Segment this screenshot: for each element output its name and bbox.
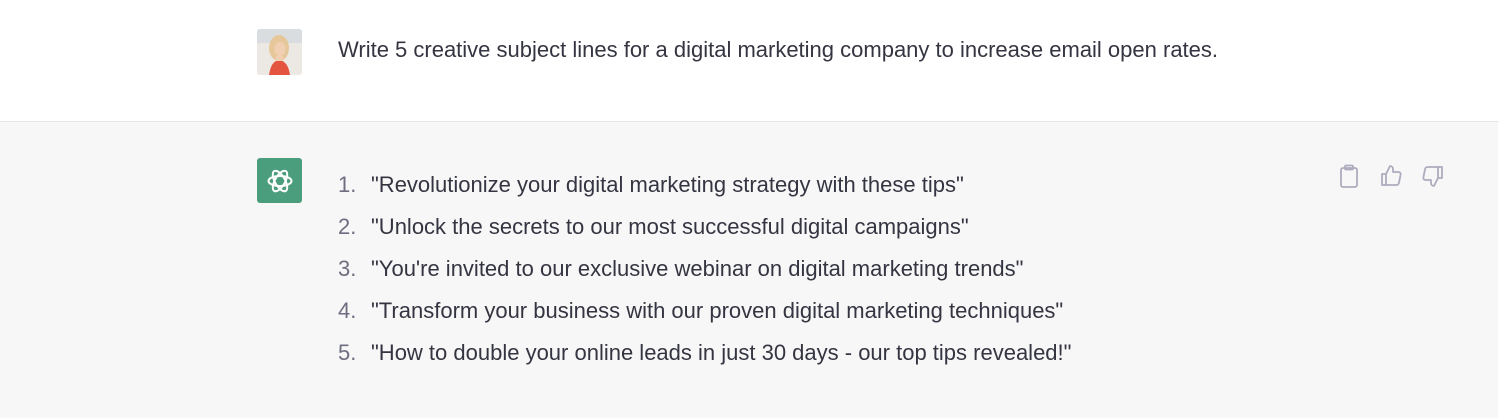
list-item-text: "You're invited to our exclusive webinar… bbox=[371, 256, 1024, 281]
thumbs-up-icon bbox=[1380, 164, 1402, 186]
copy-button[interactable] bbox=[1336, 163, 1361, 188]
list-item: 5. "How to double your online leads in j… bbox=[338, 332, 1071, 374]
assistant-message-row: 1. "Revolutionize your digital marketing… bbox=[0, 122, 1498, 418]
clipboard-icon bbox=[1339, 164, 1358, 188]
thumbs-down-icon bbox=[1421, 165, 1443, 187]
list-item-number: 2. bbox=[338, 214, 357, 239]
list-item-number: 5. bbox=[338, 340, 357, 365]
list-item-number: 1. bbox=[338, 172, 357, 197]
list-item: 2. "Unlock the secrets to our most succe… bbox=[338, 206, 1071, 248]
thumbs-up-button[interactable] bbox=[1378, 163, 1403, 188]
user-message-text: Write 5 creative subject lines for a dig… bbox=[338, 37, 1219, 62]
response-list: 1. "Revolutionize your digital marketing… bbox=[338, 164, 1071, 374]
list-item: 4. "Transform your business with our pro… bbox=[338, 290, 1071, 332]
message-actions bbox=[1336, 163, 1445, 188]
list-item-number: 3. bbox=[338, 256, 357, 281]
list-item-text: "How to double your online leads in just… bbox=[371, 340, 1072, 365]
thumbs-down-button[interactable] bbox=[1420, 163, 1445, 188]
user-avatar bbox=[257, 29, 302, 75]
list-item-text: "Revolutionize your digital marketing st… bbox=[371, 172, 964, 197]
list-item-text: "Unlock the secrets to our most successf… bbox=[371, 214, 969, 239]
openai-logo-icon bbox=[267, 169, 292, 192]
user-avatar-photo bbox=[257, 29, 302, 75]
user-message-row: Write 5 creative subject lines for a dig… bbox=[0, 0, 1498, 122]
list-item: 1. "Revolutionize your digital marketing… bbox=[338, 164, 1071, 206]
list-item-text: "Transform your business with our proven… bbox=[371, 298, 1064, 323]
assistant-avatar bbox=[257, 158, 302, 203]
list-item: 3. "You're invited to our exclusive webi… bbox=[338, 248, 1071, 290]
list-item-number: 4. bbox=[338, 298, 357, 323]
